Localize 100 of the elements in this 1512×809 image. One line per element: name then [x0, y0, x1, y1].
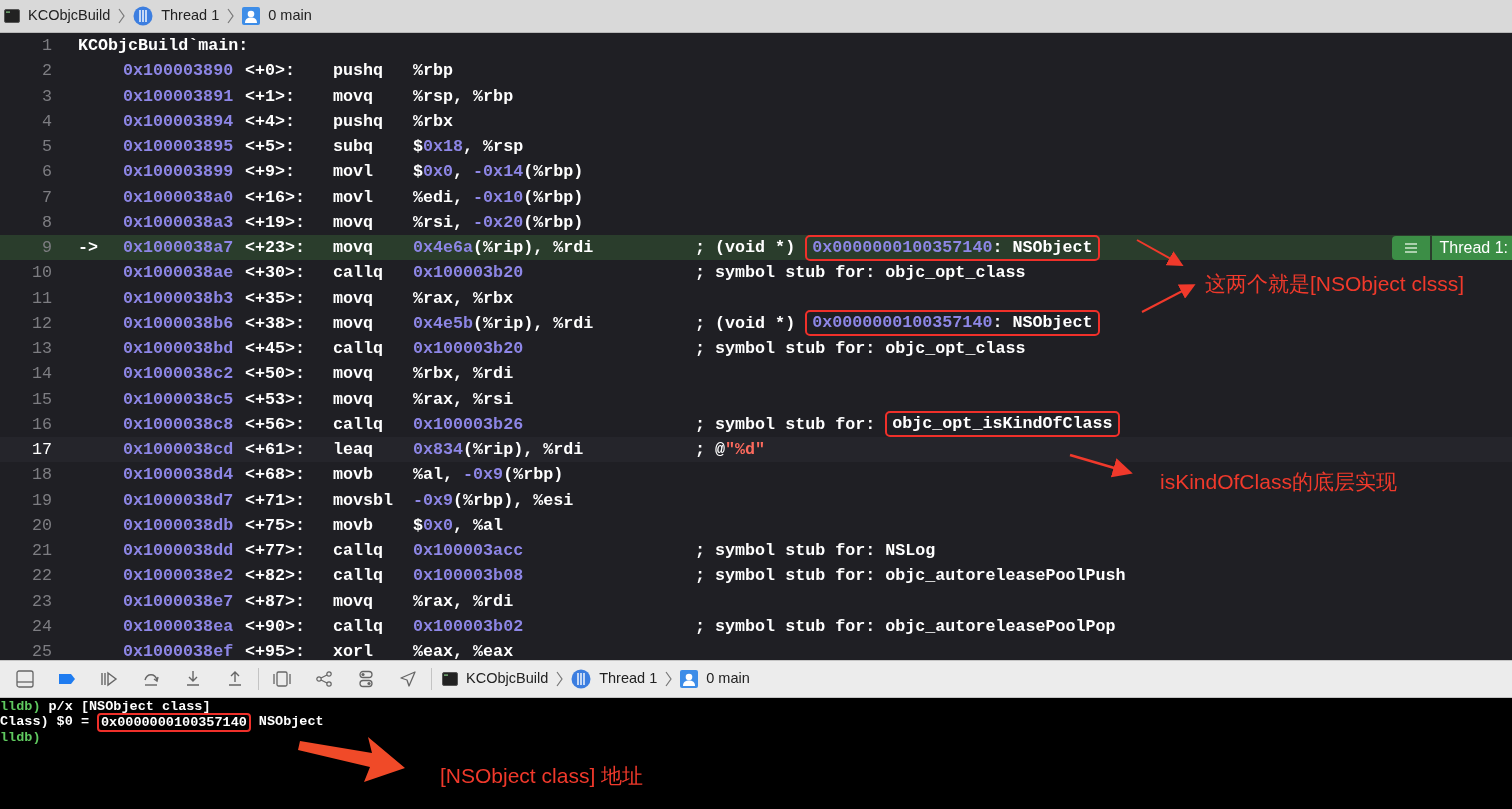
line-number: 14: [30, 363, 52, 386]
console-text: $0 =: [56, 713, 89, 732]
line-number: 16: [30, 413, 52, 436]
annotation-arrow: [1069, 453, 1133, 478]
offset-text: <+1>:: [245, 86, 296, 106]
offset-text: <+23>:: [245, 238, 306, 258]
highlighted-value: 0x0000000100357140: [97, 712, 251, 732]
breadcrumb-item[interactable]: KCObjcBuild: [28, 5, 111, 27]
offset-text: <+95>:: [245, 642, 306, 660]
offset-text: <+45>:: [245, 339, 306, 359]
address-text: 0x1000038c5: [123, 388, 233, 411]
line-number: 13: [30, 338, 52, 361]
address-text: 0x1000038c2: [123, 363, 233, 386]
offset-text: <+71>:: [245, 490, 306, 510]
highlighted-value: 0x0000000100357140: NSObject: [805, 310, 1100, 337]
breadcrumb-item[interactable]: Thread 1: [161, 5, 220, 27]
mnemonic-text: movq: [333, 364, 374, 384]
mnemonic-text: movb: [333, 465, 374, 485]
mnemonic-text: movl: [333, 187, 374, 207]
breadcrumb-item[interactable]: Thread 1: [599, 668, 658, 690]
mnemonic-text: callq: [333, 566, 384, 586]
line-number: 25: [30, 641, 52, 660]
offset-text: <+4>:: [245, 111, 296, 131]
comment-text: ; symbol stub for:: [695, 413, 876, 436]
thread-badge[interactable]: Thread 1:: [1431, 235, 1512, 260]
comment-text: ; (void *): [695, 312, 796, 335]
continue-icon: [100, 670, 118, 688]
line-number: 10: [30, 262, 52, 285]
line-number: 20: [30, 514, 52, 537]
offset-text: <+30>:: [245, 263, 306, 283]
address-text: 0x1000038a7: [123, 237, 233, 260]
address-text: 0x100003891: [123, 85, 233, 108]
address-text: 0x1000038cd: [123, 439, 233, 462]
offset-text: <+77>:: [245, 541, 306, 561]
line-number: 2: [41, 60, 52, 83]
line-number: 9: [41, 237, 52, 260]
address-text: 0x1000038a0: [123, 186, 233, 209]
breadcrumb-item[interactable]: 0 main: [706, 668, 750, 690]
offset-text: <+82>:: [245, 566, 306, 586]
operand-text: %rax, %rbx: [413, 288, 514, 308]
address-text: 0x100003899: [123, 161, 233, 184]
address-text: 0x1000038b6: [123, 312, 233, 335]
mnemonic-text: callq: [333, 616, 384, 636]
person-icon: [680, 670, 699, 688]
mnemonic-text: callq: [333, 541, 384, 561]
operand-text: $0x0, %al: [413, 515, 504, 535]
address-text: 0x1000038e7: [123, 590, 233, 613]
operand-text: 0x100003acc: [413, 541, 524, 561]
mnemonic-text: callq: [333, 339, 384, 359]
panel-toggle-icon: [16, 670, 34, 688]
menu-button[interactable]: [1391, 235, 1430, 260]
operand-text: 0x100003b02: [413, 616, 524, 636]
mnemonic-text: xorl: [333, 642, 374, 660]
annotation-arrow: [1136, 239, 1184, 266]
mnemonic-text: pushq: [333, 61, 384, 81]
offset-text: <+53>:: [245, 389, 306, 409]
line-number: 7: [41, 186, 52, 209]
line-number: 8: [41, 211, 52, 234]
pc-arrow: ->: [78, 238, 99, 258]
prompt-text: lldb): [0, 697, 41, 716]
offset-text: <+38>:: [245, 313, 306, 333]
mnemonic-text: movsbl: [333, 490, 394, 510]
offset-text: <+16>:: [245, 187, 306, 207]
mnemonic-text: pushq: [333, 111, 384, 131]
address-text: 0x100003894: [123, 110, 233, 133]
mnemonic-text: subq: [333, 137, 374, 157]
offset-text: <+68>:: [245, 465, 306, 485]
offset-text: <+35>:: [245, 288, 306, 308]
breadcrumb-item[interactable]: 0 main: [268, 5, 312, 27]
mnemonic-text: movl: [333, 162, 374, 182]
operand-text: %rax, %rsi: [413, 389, 514, 409]
chevron-icon: [118, 8, 126, 24]
address-text: 0x1000038a3: [123, 211, 233, 234]
location-icon: [399, 670, 417, 688]
person-icon: [242, 7, 261, 25]
address-text: 0x1000038d4: [123, 464, 233, 487]
operand-text: -0x9(%rbp), %esi: [413, 490, 574, 510]
terminal-icon: [442, 672, 458, 686]
operand-text: %rbp: [413, 61, 454, 81]
operand-text: 0x100003b20: [413, 263, 524, 283]
operand-text: 0x4e6a(%rip), %rdi: [413, 238, 594, 258]
address-text: 0x1000038db: [123, 514, 233, 537]
line-number: 21: [30, 540, 52, 563]
operand-text: $0x18, %rsp: [413, 137, 524, 157]
address-text: 0x1000038b3: [123, 287, 233, 310]
offset-text: <+19>:: [245, 212, 306, 232]
line-number: 17: [30, 439, 52, 462]
operand-text: %al, -0x9(%rbp): [413, 465, 564, 485]
operand-text: %rsp, %rbp: [413, 86, 514, 106]
code-label: KCObjcBuild`main:: [78, 35, 249, 58]
line-number: 22: [30, 565, 52, 588]
offset-text: <+9>:: [245, 162, 296, 182]
line-number: 19: [30, 489, 52, 512]
chevron-icon: [556, 671, 564, 687]
comment-text: ; symbol stub for: objc_autoreleasePoolPop: [695, 615, 1116, 638]
annotation-text: 这两个就是[NSObject clsss]: [1205, 271, 1465, 297]
mnemonic-text: callq: [333, 263, 384, 283]
address-text: 0x1000038d7: [123, 489, 233, 512]
breadcrumb-item[interactable]: KCObjcBuild: [466, 668, 549, 690]
string-literal: "%d": [725, 439, 766, 462]
